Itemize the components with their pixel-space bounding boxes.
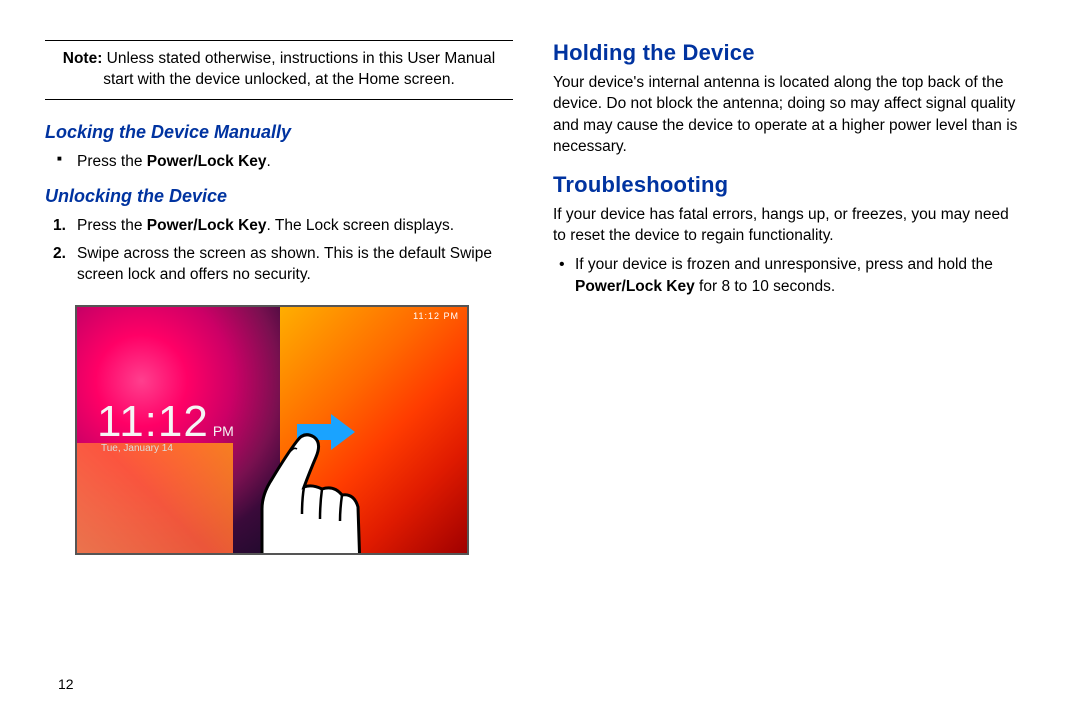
heading-troubleshooting: Troubleshooting xyxy=(553,172,1021,198)
wallpaper-paint-bottom xyxy=(77,443,233,554)
heading-unlocking: Unlocking the Device xyxy=(45,186,513,207)
text: If your device is frozen and unresponsiv… xyxy=(575,256,993,273)
clock-time: 11:12 xyxy=(97,397,209,446)
clock-date: Tue, January 14 xyxy=(101,443,234,454)
list-item-lock: Press the Power/Lock Key. xyxy=(45,151,513,172)
list-item-trouble: If your device is frozen and unresponsiv… xyxy=(553,254,1021,297)
clock-ampm: PM xyxy=(213,423,234,439)
list-item-unlock-1: 1. Press the Power/Lock Key. The Lock sc… xyxy=(45,215,513,236)
text: Press the xyxy=(77,217,147,234)
text: for 8 to 10 seconds. xyxy=(695,278,835,295)
text: . xyxy=(267,153,271,170)
troubleshooting-body: If your device has fatal errors, hangs u… xyxy=(553,204,1021,247)
note-box: Note: Unless stated otherwise, instructi… xyxy=(45,40,513,100)
power-lock-key-label: Power/Lock Key xyxy=(147,153,267,170)
lockscreen-clock: 11:12PM Tue, January 14 xyxy=(97,397,234,454)
page-number: 12 xyxy=(58,676,74,692)
list-number: 1. xyxy=(53,215,66,236)
text: Swipe across the screen as shown. This i… xyxy=(77,245,492,283)
holding-body: Your device's internal antenna is locate… xyxy=(553,72,1021,158)
heading-holding: Holding the Device xyxy=(553,40,1021,66)
text: . The Lock screen displays. xyxy=(267,217,455,234)
lockscreen-figure: 11:12 PM 11:12PM Tue, January 14 xyxy=(75,305,469,555)
status-bar: 11:12 PM xyxy=(413,311,459,321)
text: Press the xyxy=(77,153,147,170)
power-lock-key-label: Power/Lock Key xyxy=(575,278,695,295)
note-text: Unless stated otherwise, instructions in… xyxy=(102,50,495,88)
list-item-unlock-2: 2. Swipe across the screen as shown. Thi… xyxy=(45,243,513,286)
note-label: Note: xyxy=(63,50,103,67)
finger-illustration xyxy=(242,429,362,555)
heading-locking: Locking the Device Manually xyxy=(45,122,513,143)
power-lock-key-label: Power/Lock Key xyxy=(147,217,267,234)
list-number: 2. xyxy=(53,243,66,264)
